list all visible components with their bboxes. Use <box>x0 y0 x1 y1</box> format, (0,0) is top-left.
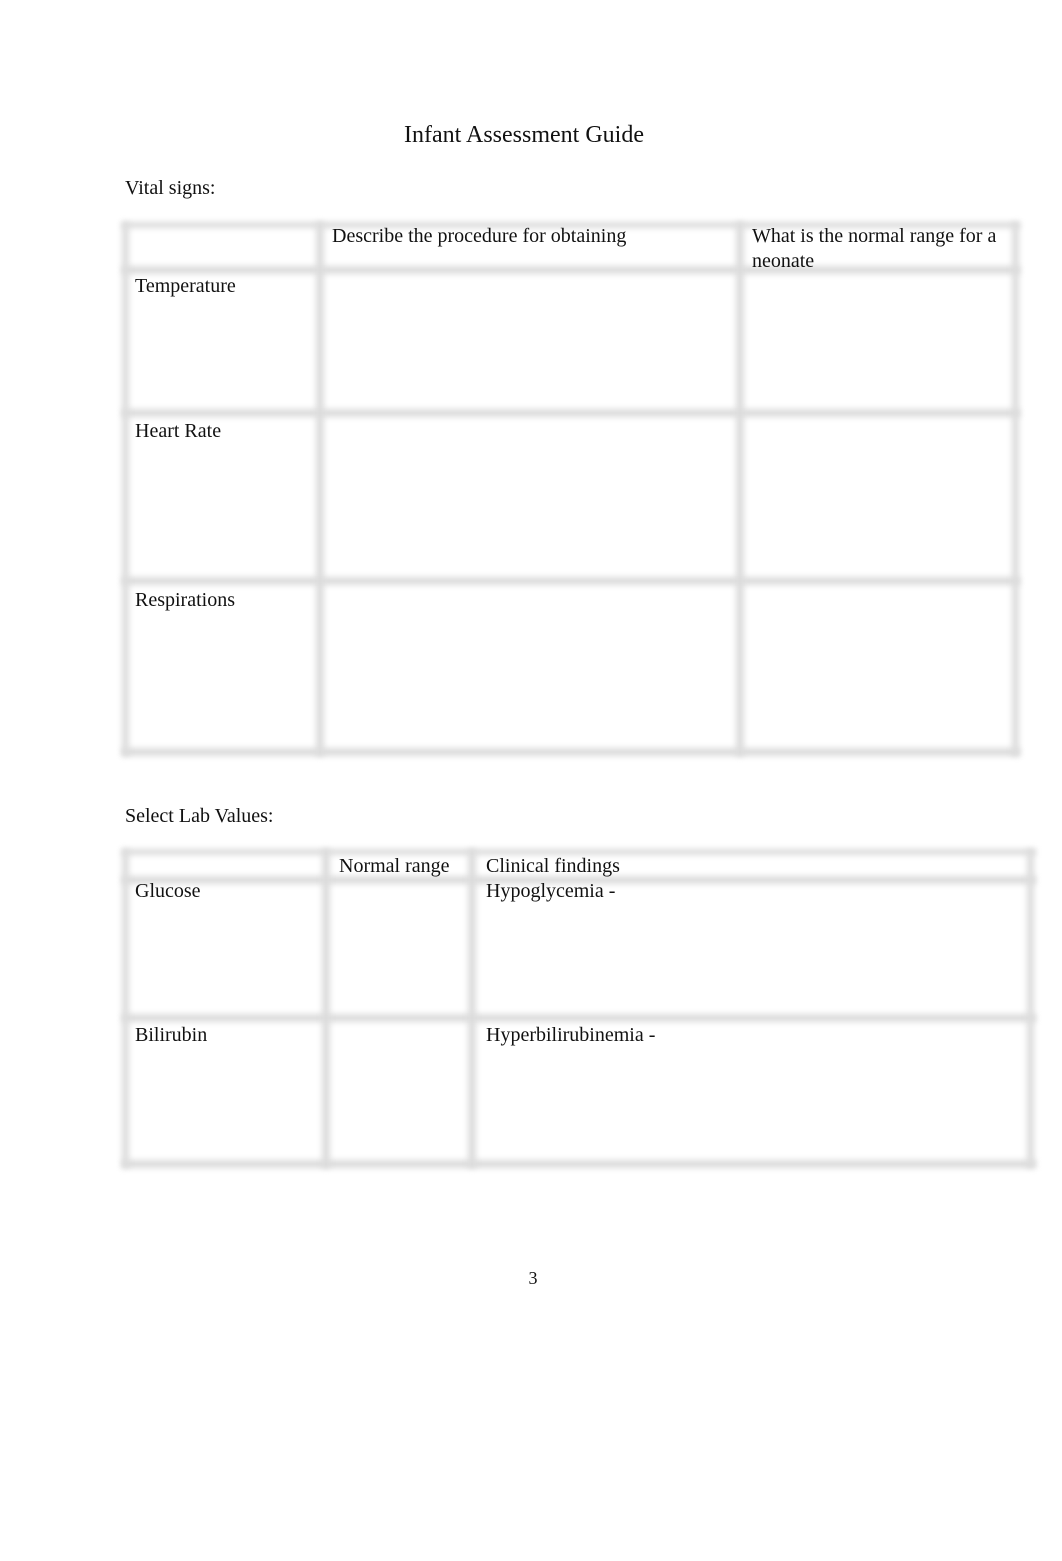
page-number: 3 <box>528 1268 538 1288</box>
table-border-left <box>122 849 129 1168</box>
row-label-bilirubin: Bilirubin <box>135 1024 208 1046</box>
header-normal-range: What is the normal range for a neonate <box>752 225 997 272</box>
table-row-divider <box>122 409 1020 417</box>
table-col-divider <box>468 849 476 1168</box>
row-label-respirations: Respirations <box>135 589 235 611</box>
header-clinical-findings: Clinical findings <box>486 855 620 877</box>
row-label-temperature: Temperature <box>135 275 236 297</box>
table-col-divider <box>322 849 330 1168</box>
table-col-divider <box>316 222 324 756</box>
row-label-glucose: Glucose <box>135 880 201 902</box>
lab-values-label-text: Select Lab Values: <box>125 805 274 827</box>
row-label-heart-rate: Heart Rate <box>135 420 222 442</box>
table-border-bottom <box>122 1160 1036 1168</box>
bilirubin-findings-cell: Hyperbilirubinemia - <box>486 1024 656 1046</box>
glucose-findings-cell: Hypoglycemia - <box>486 880 616 902</box>
header-normal-range: Normal range <box>339 855 450 877</box>
lab-values-label: Select Lab Values: <box>125 805 282 833</box>
vital-signs-label: Vital signs: <box>125 177 224 205</box>
table-border-right <box>1027 849 1034 1168</box>
table-border-right <box>1012 222 1019 756</box>
vital-signs-label-text: Vital signs: <box>125 177 216 199</box>
header-procedure: Describe the procedure for obtaining <box>332 225 627 247</box>
table-row-divider <box>122 577 1020 585</box>
table-row-divider <box>122 1014 1036 1022</box>
table-border-left <box>122 222 129 756</box>
table-border-bottom <box>122 748 1020 756</box>
page-title: Infant Assessment Guide <box>404 122 644 148</box>
table-col-divider <box>736 222 744 756</box>
